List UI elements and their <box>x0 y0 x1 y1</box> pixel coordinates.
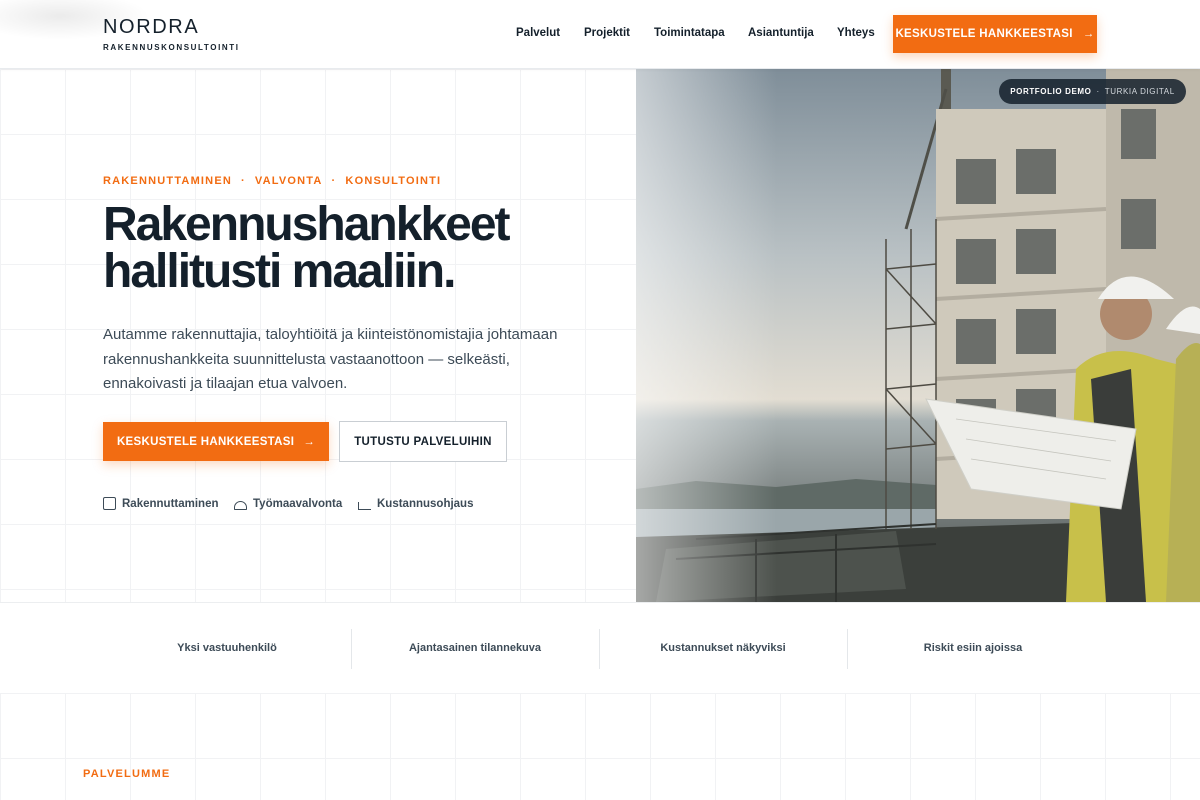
headline-line-2: hallitusti maaliin. <box>103 245 456 298</box>
hero-headline: Rakennushankkeet hallitusti maaliin. <box>103 198 623 298</box>
feature-label: Työmaavalvonta <box>253 497 343 510</box>
nav-link-projektit[interactable]: Projektit <box>584 27 630 39</box>
value-item: Kustannukset näkyviksi <box>660 642 786 654</box>
hero-lead: Autamme rakennuttajia, taloyhtiöitä ja k… <box>103 326 558 392</box>
portfolio-demo-badge: PORTFOLIO DEMO · TURKIA DIGITAL <box>999 79 1186 104</box>
hero-content: RAKENNUTTAMINEN · VALVONTA · KONSULTOINTI Ra… <box>0 69 636 602</box>
value-strip: Yksi vastuuhenkilö Ajantasainen tilannek… <box>0 602 1200 694</box>
value-item: Riskit esiin ajoissa <box>923 642 1023 654</box>
services-section: PALVELUMME <box>0 693 1200 800</box>
brand-tagline: RAKENNUSKONSULTOINTI <box>103 43 240 52</box>
eyebrow-separator: · <box>241 175 246 187</box>
feature-label: Rakennuttaminen <box>122 497 219 510</box>
nav-link-asiantuntija[interactable]: Asiantuntija <box>748 27 814 39</box>
value-item: Ajantasainen tilannekuva <box>408 642 542 654</box>
nav-link-palvelut[interactable]: Palvelut <box>516 27 560 39</box>
eyebrow-separator: · <box>331 175 337 187</box>
badge-light: TURKIA DIGITAL <box>1104 87 1175 96</box>
nav-link-toimintatapa[interactable]: Toimintatapa <box>654 27 725 39</box>
value-item: Yksi vastuuhenkilö <box>177 642 277 654</box>
chart-corner-icon <box>358 502 371 510</box>
discuss-project-button[interactable]: KESKUSTELE HANKKEESTASI → <box>103 422 329 461</box>
feature-label: Kustannusohjaus <box>377 497 474 510</box>
hero-eyebrow: RAKENNUTTAMINEN · VALVONTA · KONSULTOINTI <box>103 175 441 187</box>
site-header: NORDRA RAKENNUSKONSULTOINTI Palvelut Pro… <box>0 0 1200 69</box>
arrow-right-icon: → <box>303 435 316 448</box>
construction-scene-illustration <box>636 69 1200 602</box>
checkbox-icon <box>103 497 116 510</box>
eyebrow-item: VALVONTA <box>254 175 323 187</box>
headline-line-1: Rakennushankkeet <box>103 198 511 251</box>
discuss-project-label: KESKUSTELE HANKKEESTASI <box>116 435 295 448</box>
value-divider <box>847 629 848 669</box>
nav-link-yhteys[interactable]: Yhteys <box>837 27 875 39</box>
services-eyebrow: PALVELUMME <box>83 768 171 780</box>
feature-kustannusohjaus: Kustannusohjaus <box>358 497 473 510</box>
badge-separator: · <box>1096 87 1100 96</box>
feature-rakennuttaminen: Rakennuttaminen <box>103 497 219 510</box>
arrow-right-icon: → <box>1082 28 1095 40</box>
badge-strong: PORTFOLIO DEMO <box>1010 87 1092 96</box>
hard-hat-icon <box>234 501 247 510</box>
eyebrow-item: KONSULTOINTI <box>345 175 442 187</box>
header-cta-label: KESKUSTELE HANKKEESTASI <box>895 28 1073 40</box>
header-cta-button[interactable]: KESKUSTELE HANKKEESTASI → <box>893 15 1097 53</box>
feature-tyomaavalvonta: Työmaavalvonta <box>234 497 342 510</box>
explore-services-button[interactable]: TUTUSTU PALVELUIHIN <box>339 421 507 462</box>
page: NORDRA RAKENNUSKONSULTOINTI Palvelut Pro… <box>0 0 1200 800</box>
hero-construction-image <box>636 69 1200 602</box>
eyebrow-item: RAKENNUTTAMINEN <box>103 175 233 187</box>
